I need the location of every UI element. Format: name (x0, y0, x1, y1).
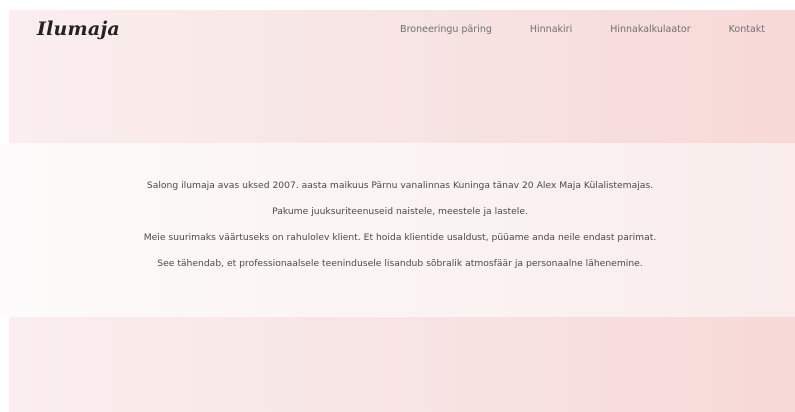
site-logo[interactable]: Ilumaja (37, 20, 120, 39)
intro-line: Meie suurimaks väärtuseks on rahulolev k… (143, 232, 657, 243)
main-nav: Broneeringu päring Hinnakiri Hinnakalkul… (400, 25, 765, 35)
intro-line: Pakume juuksuriteenuseid naistele, meest… (272, 206, 528, 217)
nav-item-hinnakiri[interactable]: Hinnakiri (530, 25, 572, 35)
page: Ilumaja Broneeringu päring Hinnakiri Hin… (0, 0, 795, 412)
lower-banner (9, 317, 795, 412)
intro-line: See tähendab, et professionaalsele teeni… (157, 258, 643, 269)
intro-line: Salong ilumaja avas uksed 2007. aasta ma… (146, 180, 654, 191)
nav-item-broneeringu-paring[interactable]: Broneeringu päring (400, 25, 492, 35)
nav-item-kontakt[interactable]: Kontakt (729, 25, 765, 35)
intro-text: Salong ilumaja avas uksed 2007. aasta ma… (0, 180, 795, 284)
nav-item-hinnakalkulaator[interactable]: Hinnakalkulaator (610, 25, 690, 35)
